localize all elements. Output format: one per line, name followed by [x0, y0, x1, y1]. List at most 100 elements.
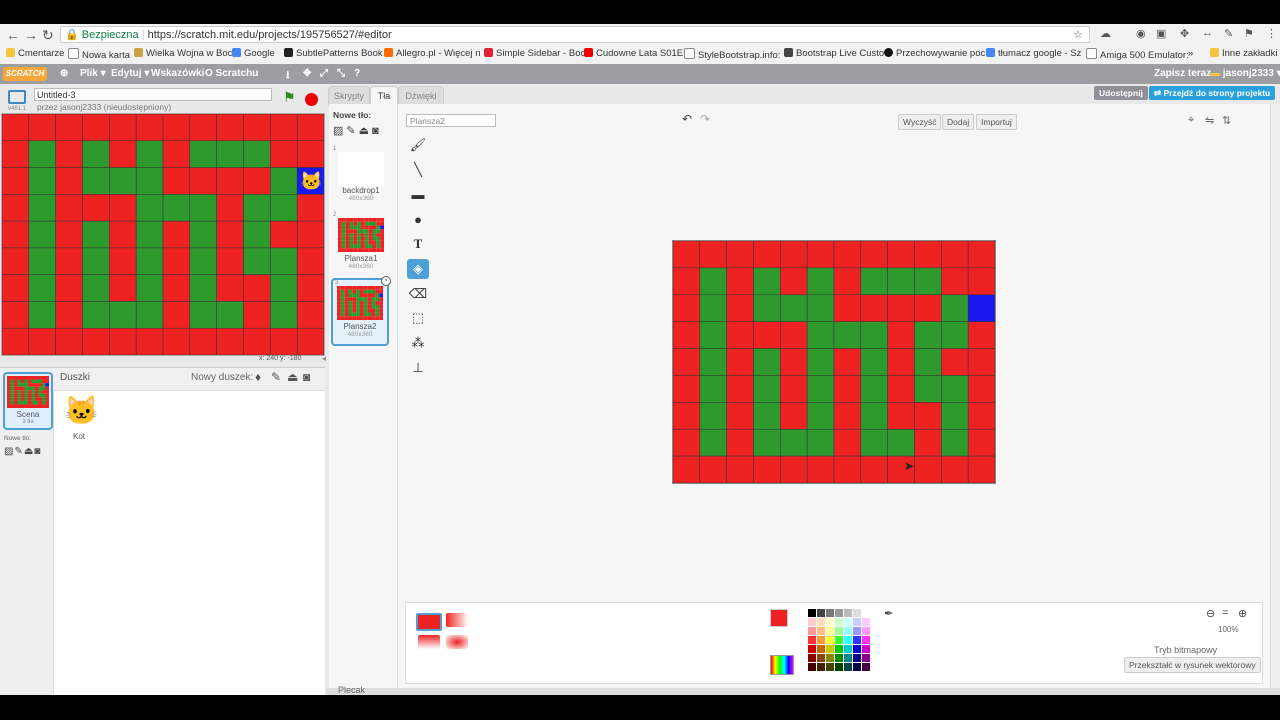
camera-icon[interactable]: ◙	[34, 446, 41, 457]
color-swatch[interactable]	[844, 618, 852, 626]
paint-sprite-icon[interactable]: ✎	[271, 370, 281, 384]
bookmark-item[interactable]: StyleBootstrap.info:	[684, 48, 780, 61]
zoom-in-icon[interactable]: ⊕	[1238, 607, 1247, 620]
color-swatch[interactable]	[826, 618, 834, 626]
reload-icon[interactable]: ↻	[42, 27, 54, 44]
bookmark-item[interactable]: tłumacz google - Sz	[986, 48, 1081, 59]
bookmark-item[interactable]: Allegro.pl - Więcej n	[384, 48, 480, 59]
extension-icon[interactable]: ◉	[1136, 27, 1146, 40]
select-remove-bg-icon[interactable]: ⁂	[407, 333, 429, 353]
color-swatch[interactable]	[853, 654, 861, 662]
color-picker-icon[interactable]	[770, 655, 794, 675]
color-swatch[interactable]	[844, 636, 852, 644]
color-swatch[interactable]	[826, 609, 834, 617]
globe-icon[interactable]: ⊕	[60, 68, 68, 79]
color-swatch[interactable]	[862, 609, 870, 617]
color-swatch[interactable]	[808, 609, 816, 617]
rectangle-icon[interactable]: ▬	[407, 185, 429, 205]
color-swatch[interactable]	[844, 663, 852, 671]
color-swatch[interactable]	[808, 663, 816, 671]
project-page-button[interactable]: ⇄ Przejdź do strony projektu	[1149, 86, 1276, 100]
color-swatch[interactable]	[835, 618, 843, 626]
color-swatch[interactable]	[844, 645, 852, 653]
add-button[interactable]: Dodaj	[942, 114, 975, 130]
primary-color[interactable]	[770, 609, 788, 627]
color-swatch[interactable]	[844, 654, 852, 662]
extension-icon[interactable]: ✥	[1180, 27, 1189, 40]
delete-icon[interactable]: ×	[381, 276, 391, 286]
color-swatch[interactable]	[817, 609, 825, 617]
color-swatch[interactable]	[817, 636, 825, 644]
collapse-icon[interactable]: ◂	[322, 354, 326, 364]
vertical-gradient-option[interactable]	[418, 635, 440, 649]
tab-scripts[interactable]: Skrypty	[328, 86, 370, 105]
solid-fill-option[interactable]	[416, 613, 442, 631]
upload-icon[interactable]: ⏏	[359, 125, 372, 137]
fill-icon[interactable]: ◈	[407, 259, 429, 279]
costume-name-input[interactable]: Plansza2	[406, 114, 496, 127]
color-swatch[interactable]	[862, 636, 870, 644]
bookmark-item[interactable]: Google	[232, 48, 275, 59]
color-swatch[interactable]	[826, 654, 834, 662]
color-swatch[interactable]	[835, 609, 843, 617]
zoom-reset-icon[interactable]: =	[1222, 607, 1228, 619]
color-swatch[interactable]	[817, 645, 825, 653]
color-swatch[interactable]	[808, 645, 816, 653]
color-swatch[interactable]	[817, 654, 825, 662]
color-swatch[interactable]	[835, 627, 843, 635]
grow-icon[interactable]: ⤢	[320, 68, 328, 79]
eyedropper-icon[interactable]: ✒	[884, 607, 893, 620]
image-library-icon[interactable]: ▨	[4, 446, 14, 457]
upload-sprite-icon[interactable]: ⏏	[287, 370, 298, 384]
menu-about[interactable]: O Scratchu	[205, 68, 258, 79]
bookmark-item[interactable]: Simple Sidebar - Boc	[484, 48, 585, 59]
sprite-library-icon[interactable]: ♦	[255, 370, 261, 384]
convert-to-vector-button[interactable]: Przekształć w rysunek wektorowy	[1124, 657, 1261, 673]
user-menu[interactable]: ▬ jasonj2333 ▾	[1210, 68, 1280, 79]
upload-icon[interactable]: ⏏	[24, 446, 34, 457]
color-swatch[interactable]	[862, 663, 870, 671]
bookmark-item[interactable]: Amiga 500 Emulator:	[1086, 48, 1189, 61]
color-swatch[interactable]	[808, 636, 816, 644]
center-icon[interactable]: ⌖	[1188, 114, 1194, 127]
forward-icon[interactable]: →	[24, 27, 38, 43]
color-swatch[interactable]	[826, 663, 834, 671]
color-swatch[interactable]	[817, 627, 825, 635]
undo-icon[interactable]: ↶	[682, 112, 692, 126]
eraser-icon[interactable]: ⌫	[407, 284, 429, 304]
url-field[interactable]: 🔒 Bezpieczna | https://scratch.mit.edu/p…	[60, 26, 1090, 43]
backdrop-item-selected[interactable]: 3 Plansza2 480x360 ×	[331, 276, 391, 346]
backpack-bar[interactable]: Plecak	[326, 685, 1280, 695]
import-button[interactable]: Importuj	[976, 114, 1017, 130]
bookmark-folder[interactable]: Inne zakładki	[1210, 48, 1277, 59]
line-icon[interactable]: ╲	[407, 160, 429, 180]
sprite-thumbnail[interactable]: 🐱 Kot	[56, 394, 102, 442]
backdrop-item[interactable]: 2 Plansza1 480x360	[333, 212, 389, 270]
color-swatch[interactable]	[817, 618, 825, 626]
flip-vertical-icon[interactable]: ⇅	[1222, 114, 1231, 127]
stamp-icon[interactable]: ⊥	[407, 358, 429, 378]
color-swatch[interactable]	[817, 663, 825, 671]
color-swatch[interactable]	[808, 654, 816, 662]
vertical-scrollbar[interactable]	[1270, 104, 1280, 688]
color-swatch[interactable]	[835, 636, 843, 644]
menu-icon[interactable]: ⋮	[1266, 27, 1277, 40]
flip-horizontal-icon[interactable]: ⇋	[1205, 114, 1214, 127]
radial-gradient-option[interactable]	[446, 635, 468, 649]
scratch-logo[interactable]: SCRATCH	[3, 67, 47, 81]
color-palette[interactable]	[808, 609, 884, 671]
color-swatch[interactable]	[853, 663, 861, 671]
redo-icon[interactable]: ↷	[700, 112, 710, 126]
backdrop-item[interactable]: 1 backdrop1 480x360	[333, 146, 389, 202]
stage[interactable]: 🐱	[1, 113, 325, 356]
bookmark-item[interactable]: SubtlePatterns Book	[284, 48, 383, 59]
extension-icon[interactable]: ↔	[1202, 27, 1213, 39]
color-swatch[interactable]	[835, 663, 843, 671]
bookmark-item[interactable]: Cudowne Lata S01E	[584, 48, 683, 59]
stage-thumbnail[interactable]: Scena 3 tła	[3, 372, 53, 430]
color-swatch[interactable]	[862, 627, 870, 635]
tab-backdrops[interactable]: Tła	[370, 86, 398, 105]
tab-sounds[interactable]: Dźwięki	[398, 86, 444, 105]
color-swatch[interactable]	[853, 645, 861, 653]
color-swatch[interactable]	[862, 618, 870, 626]
